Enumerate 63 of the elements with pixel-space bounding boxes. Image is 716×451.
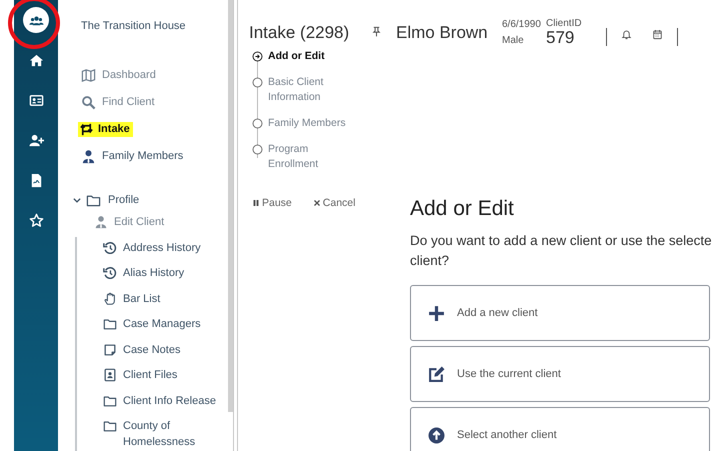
- client-id: 579: [546, 29, 576, 47]
- birth-date: 6/6/1990: [502, 19, 542, 30]
- folder-icon: [86, 192, 101, 208]
- folder-icon: [103, 317, 117, 331]
- step-item[interactable]: Family Members: [252, 116, 352, 131]
- history-icon: [103, 266, 117, 280]
- tree-item[interactable]: Case Notes: [103, 342, 180, 358]
- organization-name: The Transition House: [80, 19, 187, 34]
- question-text: Do you want to add a new client or use the selecte client?: [410, 232, 713, 270]
- contact-card-icon: [103, 368, 117, 382]
- nav-item[interactable]: Family Members: [81, 148, 184, 164]
- client-name: Elmo Brown: [396, 23, 489, 43]
- folder-icon: [103, 419, 117, 433]
- note-icon: [103, 342, 117, 356]
- person-icon: [81, 148, 96, 164]
- step-item[interactable]: Add or Edit: [252, 49, 352, 64]
- edit-icon: [428, 366, 445, 382]
- id-card-icon: [28, 92, 44, 108]
- home-icon: [28, 52, 44, 68]
- client-id-label: ClientID: [546, 18, 583, 29]
- tree-item[interactable]: Bar List: [103, 290, 160, 306]
- search-icon: [81, 94, 96, 110]
- hand-icon: [103, 292, 117, 306]
- option-button[interactable]: Use the current client: [410, 346, 710, 402]
- step-current-icon: [252, 51, 263, 62]
- nav-item[interactable]: Find Client: [81, 94, 155, 110]
- step-pending-icon: [252, 118, 263, 129]
- calendar-icon[interactable]: [652, 29, 663, 40]
- cancel-button[interactable]: Cancel: [312, 196, 356, 210]
- gender: Male: [502, 35, 525, 46]
- folder-icon: [103, 394, 117, 408]
- tree-item[interactable]: County of Homelessness: [103, 418, 223, 450]
- close-icon: [312, 199, 321, 207]
- option-button[interactable]: Select another client: [410, 407, 710, 451]
- tree-item[interactable]: Edit Client: [94, 214, 164, 230]
- tree-node[interactable]: Profile: [72, 192, 140, 208]
- rail-button[interactable]: [23, 7, 49, 33]
- step-pending-icon: [252, 144, 263, 155]
- plus-icon: [428, 304, 445, 322]
- tree-item[interactable]: Client Files: [103, 367, 178, 383]
- tree-item[interactable]: Address History: [103, 240, 201, 256]
- option-button[interactable]: Add a new client: [410, 285, 710, 341]
- scrollbar[interactable]: [228, 0, 233, 412]
- swap-arrows-icon: [79, 122, 94, 136]
- history-icon: [103, 240, 117, 254]
- tree-item[interactable]: Case Managers: [103, 316, 201, 332]
- up-arrow-circle-icon: [428, 426, 445, 444]
- star-icon: [28, 212, 44, 228]
- nav-item[interactable]: Dashboard: [81, 67, 156, 83]
- add-user-icon: [28, 132, 44, 148]
- bell-icon[interactable]: [621, 29, 632, 40]
- tree-item[interactable]: Alias History: [103, 265, 184, 281]
- tree-item[interactable]: Client Info Release: [103, 392, 216, 408]
- section-heading: Add or Edit: [410, 197, 515, 221]
- pause-button[interactable]: Pause: [252, 196, 292, 210]
- map-icon: [81, 68, 96, 82]
- step-item[interactable]: Program Enrollment: [252, 142, 352, 172]
- step-item[interactable]: Basic Client Information: [252, 75, 352, 105]
- step-pending-icon: [252, 77, 263, 88]
- page-title: Intake (2298): [249, 23, 350, 43]
- person-icon: [94, 215, 108, 229]
- pin-icon[interactable]: [371, 26, 382, 37]
- pause-icon: [252, 199, 260, 207]
